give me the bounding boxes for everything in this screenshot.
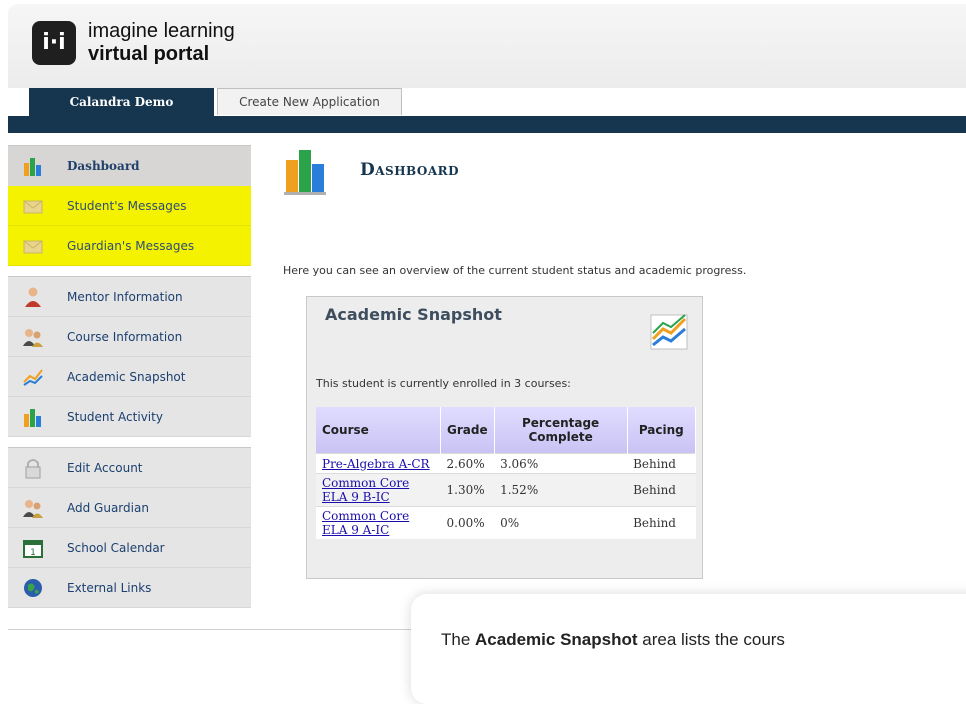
sidebar-item-label: Course Information (67, 330, 183, 344)
svg-text:1: 1 (30, 548, 36, 558)
line-chart-icon (23, 369, 43, 386)
sidebar-item-edit-account[interactable]: Edit Account (8, 448, 251, 488)
sidebar-item-guardians-messages[interactable]: Guardian's Messages (8, 226, 251, 266)
line-chart-icon (650, 314, 688, 350)
table-header-row: Course Grade Percentage Complete Pacing (316, 407, 697, 454)
page-title-text: Dashboard (360, 160, 460, 180)
column-header-percentage-complete: Percentage Complete (494, 407, 628, 454)
envelope-icon (23, 240, 43, 254)
grade-cell: 2.60% (440, 453, 495, 474)
sidebar-item-mentor-information[interactable]: Mentor Information (8, 277, 251, 317)
grade-cell: 0.00% (440, 506, 495, 539)
complete-cell: 3.06% (494, 453, 628, 474)
tab-calandra-demo[interactable]: Calandra Demo (29, 88, 214, 116)
pacing-cell: Behind (627, 473, 696, 507)
sidebar-item-label: Student Activity (67, 410, 163, 424)
course-link-pre-algebra[interactable]: Pre-Algebra A-CR (322, 457, 430, 471)
header: i·i imagine learning virtual portal (8, 4, 966, 88)
column-header-pacing: Pacing (627, 407, 697, 454)
enrolled-text: This student is currently enrolled in 3 … (316, 377, 571, 390)
sidebar-spacer (8, 437, 251, 447)
sidebar-item-label: School Calendar (67, 541, 165, 555)
sidebar-group-info: Mentor Information Course Information Ac… (8, 276, 251, 437)
sidebar-item-dashboard[interactable]: Dashboard (8, 146, 251, 186)
overview-text: Here you can see an overview of the curr… (283, 264, 747, 277)
lock-icon (25, 459, 41, 479)
bar-chart-icon (24, 158, 41, 176)
sidebar-item-students-messages[interactable]: Student's Messages (8, 186, 251, 226)
course-cell: Common Core ELA 9 A-IC (316, 506, 441, 539)
sidebar-spacer (8, 266, 251, 276)
tooltip-callout: The Academic Snapshot area lists the cou… (411, 594, 966, 704)
brand-logo-icon[interactable]: i·i (32, 21, 76, 65)
envelope-icon (23, 200, 43, 214)
tab-create-new-application[interactable]: Create New Application (217, 88, 402, 115)
bar-chart-icon (24, 409, 41, 427)
tab-bar: Calandra Demo Create New Application (8, 88, 966, 116)
sidebar-item-school-calendar[interactable]: 1 School Calendar (8, 528, 251, 568)
sidebar: Dashboard Student's Messages Guardian's … (8, 145, 251, 608)
nav-strip (8, 116, 966, 133)
table-row: Common Core ELA 9 B-IC 1.30% 1.52% Behin… (316, 473, 696, 507)
page-title: Dashboard (360, 160, 459, 180)
tooltip-text: The Academic Snapshot area lists the cou… (441, 630, 785, 650)
table-row: Common Core ELA 9 A-IC 0.00% 0% Behind (316, 506, 696, 539)
sidebar-item-label: Academic Snapshot (67, 370, 186, 384)
courses-table: Course Grade Percentage Complete Pacing … (316, 407, 697, 539)
complete-cell: 1.52% (494, 473, 628, 507)
dashboard-bar-chart-icon (284, 150, 326, 195)
table-row: Pre-Algebra A-CR 2.60% 3.06% Behind (316, 453, 696, 474)
pacing-cell: Behind (627, 506, 696, 539)
sidebar-item-label: Add Guardian (67, 501, 149, 515)
column-header-course: Course (316, 407, 441, 454)
sidebar-item-label: Guardian's Messages (67, 239, 195, 253)
sidebar-item-course-information[interactable]: Course Information (8, 317, 251, 357)
sidebar-group-account: Edit Account Add Guardian 1 School Calen… (8, 447, 251, 608)
calendar-icon: 1 (23, 540, 43, 558)
tooltip-bold: Academic Snapshot (475, 630, 638, 649)
course-link-ela-9a[interactable]: Common Core ELA 9 A-IC (322, 509, 409, 537)
complete-cell: 0% (494, 506, 628, 539)
sidebar-item-student-activity[interactable]: Student Activity (8, 397, 251, 437)
brand-name: imagine learning virtual portal (88, 20, 235, 66)
brand-line-2: virtual portal (88, 43, 210, 65)
app-window: i·i imagine learning virtual portal Cala… (0, 0, 966, 704)
course-cell: Common Core ELA 9 B-IC (316, 473, 441, 507)
sidebar-item-academic-snapshot[interactable]: Academic Snapshot (8, 357, 251, 397)
academic-snapshot-panel: Academic Snapshot This student is curren… (306, 296, 703, 579)
sidebar-item-label: Dashboard (67, 159, 140, 173)
people-icon (23, 329, 43, 347)
sidebar-group-main: Dashboard Student's Messages Guardian's … (8, 145, 251, 266)
sidebar-item-label: Student's Messages (67, 199, 187, 213)
mentor-icon (25, 287, 41, 307)
pacing-cell: Behind (627, 453, 696, 474)
sidebar-item-label: Edit Account (67, 461, 143, 475)
globe-icon (24, 579, 42, 597)
people-icon (23, 500, 43, 518)
course-link-ela-9b[interactable]: Common Core ELA 9 B-IC (322, 476, 409, 504)
sidebar-item-label: Mentor Information (67, 290, 183, 304)
sidebar-item-add-guardian[interactable]: Add Guardian (8, 488, 251, 528)
column-header-grade: Grade (440, 407, 495, 454)
grade-cell: 1.30% (440, 473, 495, 507)
snapshot-title: Academic Snapshot (325, 305, 502, 324)
brand-line-1: imagine learning (88, 20, 235, 42)
sidebar-item-external-links[interactable]: External Links (8, 568, 251, 608)
tooltip-prefix: The (441, 630, 476, 649)
tooltip-suffix: area lists the cours (637, 630, 785, 649)
course-cell: Pre-Algebra A-CR (316, 453, 441, 474)
sidebar-item-label: External Links (67, 581, 152, 595)
